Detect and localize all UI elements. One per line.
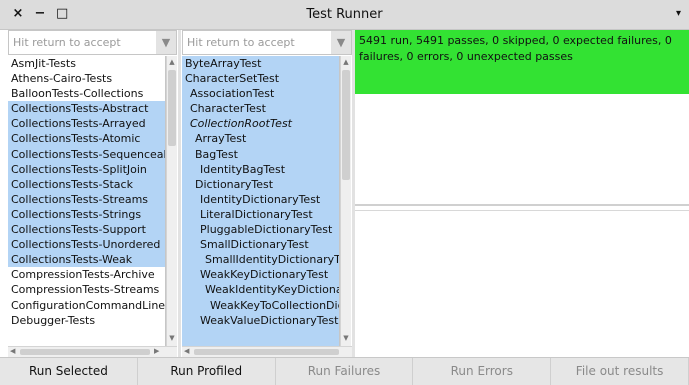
class-list-item[interactable]: PluggableDictionaryTest bbox=[182, 222, 339, 237]
class-list-item[interactable]: SmallIdentityDictionaryTe bbox=[182, 252, 339, 267]
scroll-up-icon[interactable]: ▲ bbox=[341, 58, 351, 68]
title-bar: × − □ Test Runner ▾ bbox=[0, 0, 689, 30]
package-list-item[interactable]: CollectionsTests-Abstract bbox=[8, 101, 165, 117]
class-list-item[interactable]: AssociationTest bbox=[182, 86, 339, 101]
packages-pane: Hit return to accept ▼ AsmJit-Tests Athen… bbox=[8, 30, 177, 357]
test-result-summary: 5491 run, 5491 passes, 0 skipped, 0 expe… bbox=[355, 30, 689, 94]
class-list-item[interactable]: SmallDictionaryTest bbox=[182, 237, 339, 252]
package-list-item[interactable]: AsmJit-Tests bbox=[8, 56, 165, 71]
chevron-down-icon[interactable]: ▼ bbox=[331, 31, 351, 54]
packages-filter-input[interactable]: Hit return to accept ▼ bbox=[8, 30, 177, 55]
class-list-item[interactable]: CollectionRootTest bbox=[182, 116, 339, 131]
class-list-item[interactable]: IdentityDictionaryTest bbox=[182, 192, 339, 207]
package-list-item[interactable]: CollectionsTests-Sequenceab bbox=[8, 146, 165, 162]
class-list-item[interactable]: WeakKeyToCollectionDic bbox=[182, 298, 339, 313]
packages-vertical-scrollbar[interactable]: ▲ ▼ bbox=[166, 56, 177, 346]
run-failures-button[interactable]: Run Failures bbox=[276, 358, 414, 385]
package-list-item[interactable]: CollectionsTests-Strings bbox=[8, 206, 165, 223]
classes-vertical-scrollbar[interactable]: ▲ ▼ bbox=[340, 56, 351, 346]
classes-pane: Hit return to accept ▼ ByteArrayTest Char… bbox=[182, 30, 352, 357]
package-list-item[interactable]: CollectionsTests-Stack bbox=[8, 176, 165, 192]
scroll-right-icon[interactable]: ▶ bbox=[154, 347, 159, 355]
class-list-item[interactable]: IdentityBagTest bbox=[182, 162, 339, 177]
run-errors-button[interactable]: Run Errors bbox=[413, 358, 552, 385]
class-list-item[interactable]: DictionaryTest bbox=[182, 177, 339, 192]
scroll-left-icon[interactable]: ◀ bbox=[10, 347, 15, 355]
package-list-item[interactable]: BalloonTests-Collections bbox=[8, 86, 165, 101]
file-out-results-button[interactable]: File out results bbox=[551, 358, 689, 385]
package-list-item[interactable]: CollectionsTests-Streams bbox=[8, 191, 165, 207]
class-list-item[interactable]: ByteArrayTest bbox=[182, 56, 339, 71]
scroll-left-icon[interactable]: ◀ bbox=[184, 347, 189, 355]
scroll-thumb[interactable] bbox=[20, 349, 150, 355]
chevron-down-icon[interactable]: ▼ bbox=[156, 31, 176, 54]
scroll-down-icon[interactable]: ▼ bbox=[341, 334, 351, 344]
run-selected-button[interactable]: Run Selected bbox=[0, 358, 138, 385]
scroll-up-icon[interactable]: ▲ bbox=[167, 58, 177, 68]
pane-splitter[interactable] bbox=[178, 30, 181, 357]
package-list-item[interactable]: CollectionsTests-Arrayed bbox=[8, 116, 165, 132]
package-list-item[interactable]: CollectionsTests-Unordered bbox=[8, 237, 165, 253]
classes-horizontal-scrollbar[interactable]: ◀ bbox=[182, 346, 352, 357]
classes-list[interactable]: ByteArrayTest CharacterSetTest Association… bbox=[182, 56, 340, 346]
package-list-item[interactable]: CompressionTests-Archive bbox=[8, 267, 165, 282]
class-list-item[interactable]: CharacterTest bbox=[182, 101, 339, 116]
failures-list[interactable] bbox=[355, 94, 689, 206]
class-list-item[interactable]: CharacterSetTest bbox=[182, 71, 339, 86]
class-list-item[interactable]: WeakKeyDictionaryTest bbox=[182, 267, 339, 282]
class-list-item[interactable]: WeakValueDictionaryTest bbox=[182, 313, 339, 328]
packages-horizontal-scrollbar[interactable]: ◀ ▶ bbox=[8, 346, 177, 357]
class-list-item[interactable]: ArrayTest bbox=[182, 131, 339, 146]
package-list-item[interactable]: CollectionsTests-Weak bbox=[8, 252, 165, 268]
classes-filter-input[interactable]: Hit return to accept ▼ bbox=[182, 30, 352, 55]
errors-list[interactable] bbox=[355, 210, 689, 356]
scroll-thumb[interactable] bbox=[168, 70, 176, 146]
window-menu-icon[interactable]: ▾ bbox=[676, 8, 681, 19]
packages-list[interactable]: AsmJit-Tests Athens-Cairo-Tests BalloonTes… bbox=[8, 56, 166, 346]
package-list-item[interactable]: CollectionsTests-Support bbox=[8, 222, 165, 238]
package-list-item[interactable]: ConfigurationCommandLineH bbox=[8, 298, 165, 313]
scroll-thumb[interactable] bbox=[194, 349, 339, 355]
packages-filter-placeholder: Hit return to accept bbox=[13, 36, 121, 49]
class-list-item[interactable]: BagTest bbox=[182, 147, 339, 162]
package-list-item[interactable]: CompressionTests-Streams bbox=[8, 282, 165, 297]
scroll-down-icon[interactable]: ▼ bbox=[167, 334, 177, 344]
run-profiled-button[interactable]: Run Profiled bbox=[138, 358, 276, 385]
package-list-item[interactable]: CollectionsTests-Atomic bbox=[8, 131, 165, 147]
package-list-item[interactable]: Debugger-Tests bbox=[8, 313, 165, 328]
scroll-thumb[interactable] bbox=[342, 70, 350, 180]
package-list-item[interactable]: CollectionsTests-SplitJoin bbox=[8, 161, 165, 177]
classes-filter-placeholder: Hit return to accept bbox=[187, 36, 295, 49]
package-list-item[interactable]: Athens-Cairo-Tests bbox=[8, 71, 165, 86]
class-list-item[interactable]: LiteralDictionaryTest bbox=[182, 207, 339, 222]
class-list-item[interactable]: WeakIdentityKeyDictionar bbox=[182, 282, 339, 297]
window-title: Test Runner bbox=[306, 7, 383, 22]
action-bar: Run Selected Run Profiled Run Failures Run … bbox=[0, 357, 689, 385]
